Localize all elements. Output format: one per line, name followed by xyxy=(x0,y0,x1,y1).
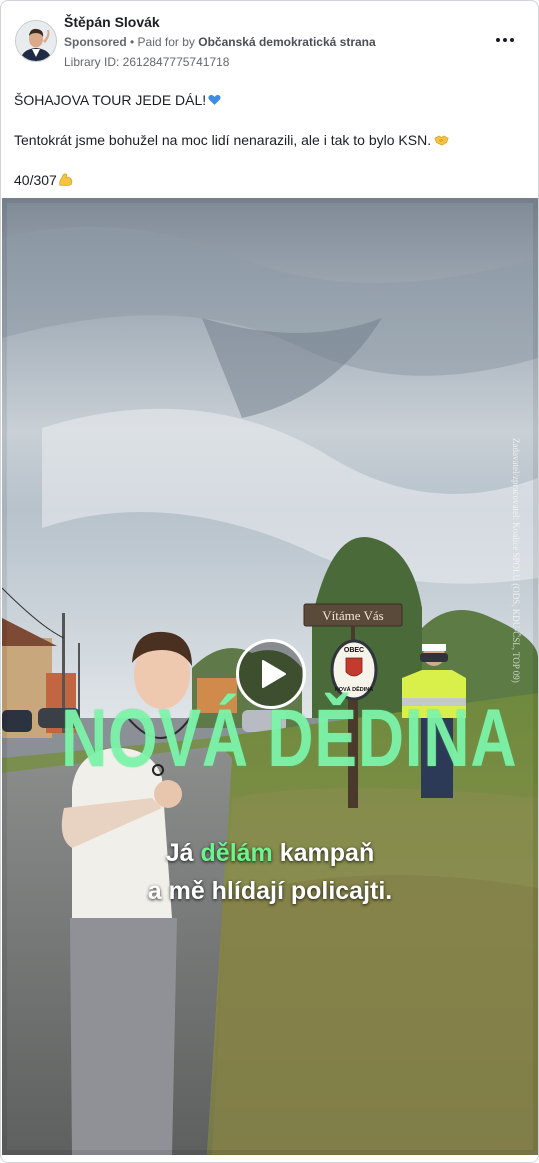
card-bottom xyxy=(1,1155,538,1162)
play-button[interactable] xyxy=(236,639,306,709)
library-id: Library ID: 2612847775741718 xyxy=(64,55,230,69)
play-icon xyxy=(262,660,286,688)
post-text-line-1: ŠOHAJOVA TOUR JEDE DÁL! xyxy=(14,92,221,108)
sign-top-text: OBEC xyxy=(344,647,364,654)
sponsored-line: Sponsored • Paid for by Občanská demokra… xyxy=(64,35,376,49)
paid-for-prefix: Paid for by xyxy=(137,35,199,49)
more-options-icon[interactable] xyxy=(496,34,516,46)
post-text-body: Tentokrát jsme bohužel na moc lidí nenar… xyxy=(14,132,432,148)
flexed-biceps-emoji xyxy=(59,173,73,186)
video-credit-vertical: Zadavatel/zpracovatel: Koalice SPOLU (OD… xyxy=(509,438,521,738)
video-player[interactable]: Vítáme Vás OBEC NOVÁ DĚDINA NOVÁ DĚDINA … xyxy=(2,198,538,1155)
subtitle-word-kampan: kampaň xyxy=(272,839,375,867)
author-name[interactable]: Štěpán Slovák xyxy=(64,14,160,30)
subtitle-line-1: Já dělám kampaň xyxy=(2,839,538,868)
post-text-line-2: Tentokrát jsme bohužel na moc lidí nenar… xyxy=(14,132,449,148)
sign-greeting: Vítáme Vás xyxy=(322,608,384,623)
sponsored-label: Sponsored xyxy=(64,35,127,49)
video-credit-text: Zadavatel/zpracovatel: Koalice SPOLU (OD… xyxy=(511,438,521,683)
paid-for-org[interactable]: Občanská demokratická strana xyxy=(198,35,375,49)
ad-card: Štěpán Slovák Sponsored • Paid for by Ob… xyxy=(0,0,539,1163)
avatar[interactable] xyxy=(15,20,57,62)
subtitle-highlight: dělám xyxy=(200,839,273,867)
post-header: Štěpán Slovák Sponsored • Paid for by Ob… xyxy=(1,1,538,71)
subtitle-word-ja: Já xyxy=(165,839,201,867)
post-text-headline: ŠOHAJOVA TOUR JEDE DÁL! xyxy=(14,92,207,108)
post-text-line-3: 40/307 xyxy=(14,172,74,188)
blue-heart-emoji xyxy=(208,94,221,105)
subtitle-line-2: a mě hlídají policajti. xyxy=(147,877,393,905)
post-text-counter: 40/307 xyxy=(14,172,57,188)
meta-separator: • xyxy=(126,35,138,49)
handshake-emoji xyxy=(434,135,449,146)
